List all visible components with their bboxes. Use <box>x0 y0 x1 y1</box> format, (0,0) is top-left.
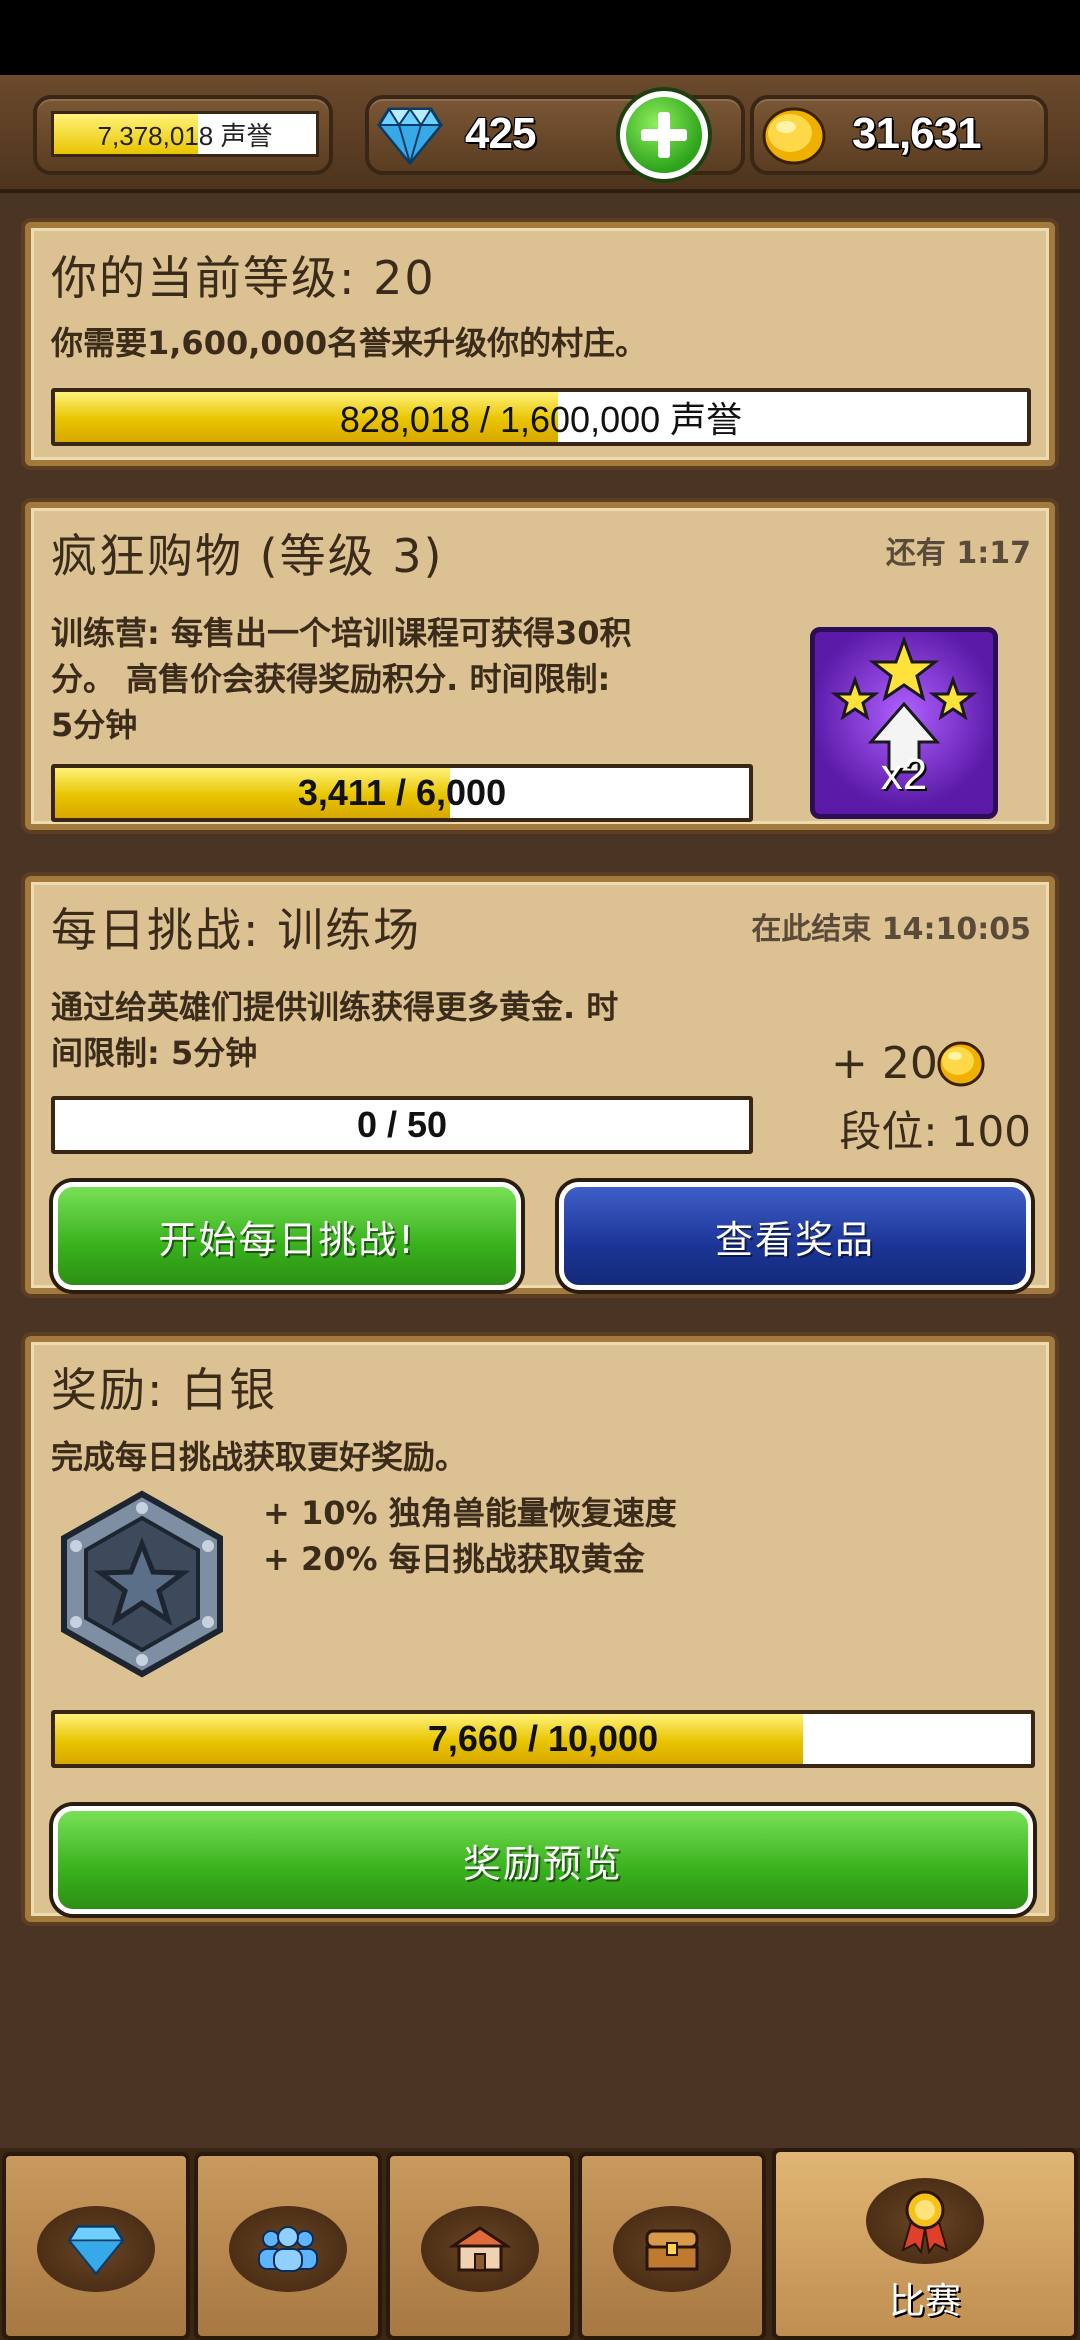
challenge-title: 每日挑战: 训练场 <box>51 903 422 957</box>
level-panel: 你的当前等级: 20 你需要1,600,000名誉来升级你的村庄。 828,01… <box>25 222 1055 466</box>
resource-bar: 7,378,018 声誉 425 31,631 <box>0 75 1080 193</box>
daily-challenge-panel: 每日挑战: 训练场 在此结束 14:10:05 通过给英雄们提供训练获得更多黄金… <box>25 876 1055 1294</box>
nav-tab-competition-label: 比赛 <box>888 2281 961 2322</box>
reward-preview-button[interactable]: 奖励预览 <box>53 1806 1033 1914</box>
nav-icon-holder <box>421 2206 539 2292</box>
level-title: 你的当前等级: 20 <box>51 251 436 305</box>
gold-count: 31,631 <box>852 109 982 158</box>
nav-icon-holder <box>613 2206 731 2292</box>
bottom-nav: 比赛 <box>0 2148 1080 2340</box>
nav-tab-chest[interactable] <box>578 2152 766 2340</box>
reward-description: 完成每日挑战获取更好奖励。 <box>51 1438 468 1476</box>
shopping-progress-text: 3,411 / 6,000 <box>297 772 507 813</box>
view-prizes-button[interactable]: 查看奖品 <box>559 1182 1031 1290</box>
level-progress-text: 828,018 / 1,600,000 声誉 <box>339 399 743 440</box>
village-icon <box>449 2226 511 2272</box>
challenge-progress-text: 0 / 50 <box>356 1104 448 1145</box>
nav-tab-shop[interactable] <box>2 2152 190 2340</box>
medal-icon <box>901 2190 949 2254</box>
nav-icon-holder <box>229 2206 347 2292</box>
level-progress-bar: 828,018 / 1,600,000 声誉 <box>51 388 1031 446</box>
nav-icon-holder <box>37 2206 155 2292</box>
silver-medal-icon <box>61 1490 223 1678</box>
reward-progress-text: 7,660 / 10,000 <box>427 1718 659 1759</box>
shopping-progress-bar: 3,411 / 6,000 <box>51 764 753 822</box>
double-points-boost-icon[interactable]: x2 <box>810 627 998 819</box>
challenge-reward-amount: + 20 <box>831 1038 938 1089</box>
shopping-description-line2: 分。 高售价会获得奖励积分. 时间限制: <box>51 660 611 698</box>
nav-tab-heroes[interactable] <box>194 2152 382 2340</box>
nav-tab-village[interactable] <box>386 2152 574 2340</box>
shopping-description-line3: 5分钟 <box>51 706 138 744</box>
gem-icon <box>67 2225 125 2275</box>
gold-coin-icon <box>762 107 826 165</box>
buy-gems-plus-button[interactable] <box>620 91 708 179</box>
fame-text: 7,378,018 声誉 <box>97 120 273 151</box>
reward-bonus-1: + 10% 独角兽能量恢复速度 <box>263 1494 677 1532</box>
reward-bonus-2: + 20% 每日挑战获取黄金 <box>263 1540 645 1578</box>
shopping-description-line1: 训练营: 每售出一个培训课程可获得30积 <box>51 614 632 652</box>
nav-tab-competition[interactable]: 比赛 <box>772 2148 1078 2340</box>
heroes-icon <box>258 2226 318 2272</box>
boost-multiplier-label: x2 <box>880 750 928 799</box>
gems-count: 425 <box>465 109 536 158</box>
fame-pill[interactable]: 7,378,018 声誉 <box>33 95 333 175</box>
gold-coin-icon <box>937 1041 985 1087</box>
status-bar <box>0 0 1080 75</box>
shopping-time-left: 还有 1:17 <box>885 536 1031 571</box>
diamond-icon <box>377 107 443 165</box>
challenge-rank: 段位: 100 <box>839 1107 1031 1156</box>
level-description: 你需要1,600,000名誉来升级你的村庄。 <box>51 324 648 362</box>
nav-icon-holder <box>866 2178 984 2264</box>
reward-title: 奖励: 白银 <box>51 1363 278 1417</box>
challenge-description-line1: 通过给英雄们提供训练获得更多黄金. 时 <box>51 988 619 1026</box>
challenge-end-time: 在此结束 14:10:05 <box>751 912 1031 947</box>
challenge-progress-bar: 0 / 50 <box>51 1096 753 1154</box>
gold-pill[interactable]: 31,631 <box>750 95 1048 175</box>
start-daily-challenge-button[interactable]: 开始每日挑战! <box>53 1182 521 1290</box>
shopping-title: 疯狂购物 (等级 3) <box>51 529 444 583</box>
chest-icon <box>645 2229 699 2271</box>
reward-progress-bar: 7,660 / 10,000 <box>51 1710 1035 1768</box>
fame-progress-bar: 7,378,018 声誉 <box>51 111 319 157</box>
challenge-description-line2: 间限制: 5分钟 <box>51 1034 258 1072</box>
